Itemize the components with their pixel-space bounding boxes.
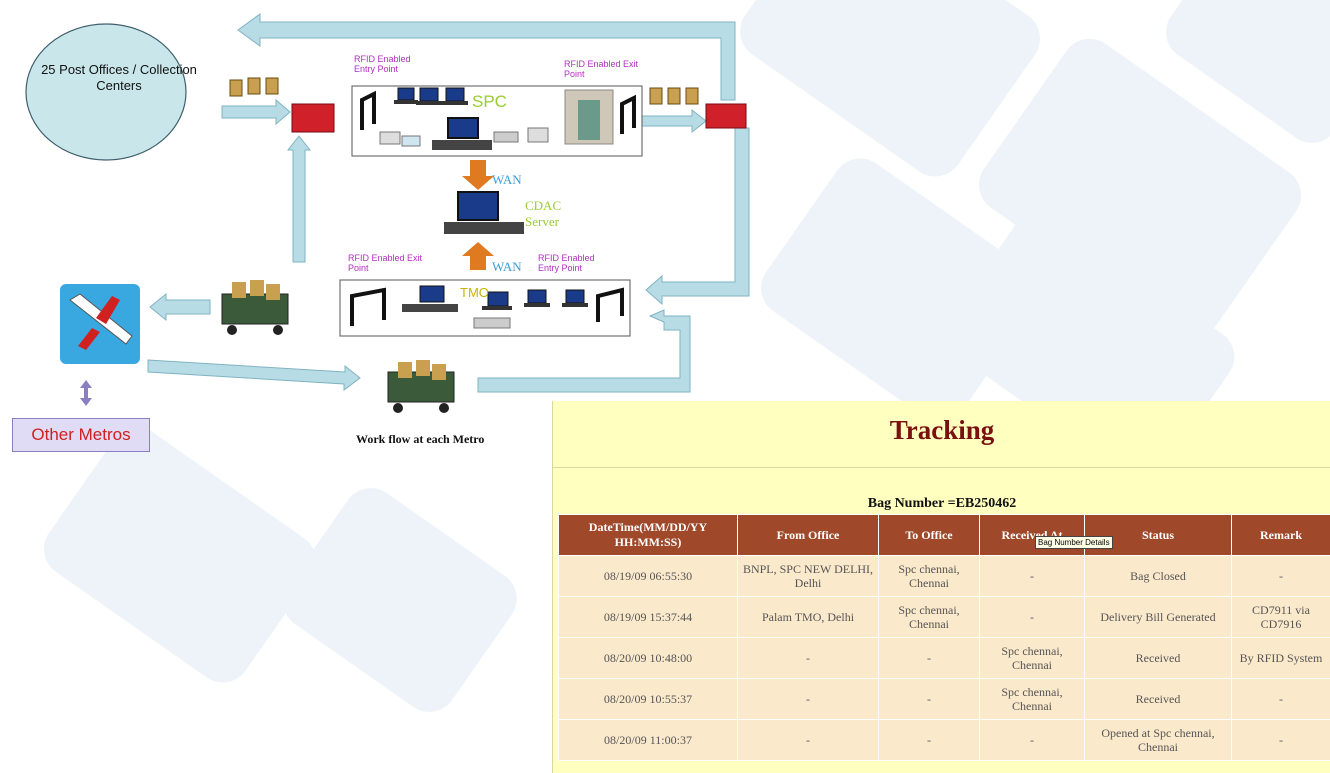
spc-label: SPC — [472, 92, 507, 111]
computer-icon — [442, 87, 468, 105]
column-header-from-office: From Office — [737, 514, 879, 556]
cell-datetime: 08/20/09 10:48:00 — [558, 637, 738, 679]
column-header-datetime: DateTime(MM/DD/YY HH:MM:SS) — [558, 514, 738, 556]
tracking-panel: Tracking Bag Number =EB250462 DateTime(M… — [552, 401, 1330, 773]
cell-received-at: - — [979, 719, 1085, 761]
airplane-icon — [60, 284, 140, 364]
bag-number: Bag Number =EB250462 — [867, 496, 1017, 511]
workflow-caption: Work flow at each Metro — [356, 432, 485, 446]
printer-icon — [379, 131, 401, 145]
tracking-title: Tracking — [889, 415, 995, 445]
table-row: 08/19/09 06:55:30 BNPL, SPC NEW DELHI, D… — [558, 555, 1330, 597]
spc-rfid-exit-label: RFID Enabled Exit Point — [564, 59, 639, 79]
wan-up-arrow — [462, 242, 494, 270]
cell-to-office: Spc chennai, Chennai — [878, 555, 980, 597]
table-row: 08/19/09 15:37:44 Palam TMO, Delhi Spc c… — [558, 596, 1330, 638]
cell-received-at: - — [979, 596, 1085, 638]
cell-to-office: - — [878, 678, 980, 720]
cell-from-office: - — [737, 637, 879, 679]
cell-status: Received — [1084, 678, 1232, 720]
table-row: 08/20/09 10:48:00 - - Spc chennai, Chenn… — [558, 637, 1330, 679]
cell-datetime: 08/19/09 06:55:30 — [558, 555, 738, 597]
wan-down-arrow — [462, 160, 494, 190]
cell-datetime: 08/19/09 15:37:44 — [558, 596, 738, 638]
cell-status: Received — [1084, 637, 1232, 679]
cell-status: Bag Closed — [1084, 555, 1232, 597]
postbox-icon — [705, 103, 747, 129]
cell-from-office: - — [737, 678, 879, 720]
cell-from-office: BNPL, SPC NEW DELHI, Delhi — [737, 555, 879, 597]
computer-icon — [416, 87, 442, 105]
cell-to-office: Spc chennai, Chennai — [878, 596, 980, 638]
mail-bags-icon — [649, 87, 699, 105]
cell-remark: - — [1231, 719, 1330, 761]
post-offices-label: 25 Post Offices / Collection Centers — [41, 62, 197, 93]
router-icon — [493, 131, 519, 143]
cell-from-office: - — [737, 719, 879, 761]
other-metros-box: Other Metros — [12, 418, 150, 452]
cell-remark: CD7911 via CD7916 — [1231, 596, 1330, 638]
spc-exit-arrow — [641, 108, 707, 134]
scanner-icon — [401, 135, 421, 147]
cell-datetime: 08/20/09 10:55:37 — [558, 678, 738, 720]
tmo-label: TMO — [460, 285, 489, 300]
column-header-received-at: Received At — [979, 514, 1085, 556]
cell-to-office: - — [878, 719, 980, 761]
cell-to-office: - — [878, 637, 980, 679]
table-row: 08/20/09 10:55:37 - - Spc chennai, Chenn… — [558, 678, 1330, 720]
router-icon — [473, 317, 511, 329]
bag-number-tooltip: Bag Number Details — [1035, 536, 1113, 549]
column-header-to-office: To Office — [878, 514, 980, 556]
spc-to-tmo-arrow — [645, 127, 750, 306]
cdac-server-label: CDAC Server — [525, 198, 562, 229]
column-header-status: Status — [1084, 514, 1232, 556]
table-row: 08/20/09 11:00:37 - - - Opened at Spc ch… — [558, 719, 1330, 761]
trolley-up-arrow — [286, 135, 312, 263]
computer-icon — [562, 289, 588, 307]
trolley-to-plane-arrow — [149, 292, 211, 322]
cell-from-office: Palam TMO, Delhi — [737, 596, 879, 638]
mail-bags-icon — [229, 77, 279, 97]
cell-received-at: - — [979, 555, 1085, 597]
plane-to-trolley-arrow — [147, 359, 361, 391]
trolley-icon — [387, 360, 455, 413]
cell-datetime: 08/20/09 11:00:37 — [558, 719, 738, 761]
tmo-rfid-exit-label: RFID Enabled Exit Point — [348, 253, 423, 273]
cell-remark: By RFID System — [1231, 637, 1330, 679]
cell-received-at: Spc chennai, Chennai — [979, 678, 1085, 720]
tracking-title-bar: Tracking — [553, 401, 1330, 468]
postbox-icon — [291, 103, 335, 133]
cell-received-at: Spc chennai, Chennai — [979, 637, 1085, 679]
computer-icon — [394, 87, 418, 104]
cell-remark: - — [1231, 678, 1330, 720]
table-header-row: DateTime(MM/DD/YY HH:MM:SS) From Office … — [558, 514, 1330, 556]
wan-label-top: WAN — [492, 172, 522, 187]
column-header-remark: Remark — [1231, 514, 1330, 556]
cell-status: Opened at Spc chennai, Chennai — [1084, 719, 1232, 761]
collection-to-postbox-arrow — [221, 98, 291, 126]
tracking-table: DateTime(MM/DD/YY HH:MM:SS) From Office … — [558, 514, 1330, 761]
spc-rfid-entry-label: RFID Enabled Entry Point — [354, 54, 411, 74]
tmo-rfid-entry-label: RFID Enabled Entry Point — [538, 253, 595, 273]
trolley-icon — [221, 280, 289, 335]
cell-status: Delivery Bill Generated — [1084, 596, 1232, 638]
wan-label-bottom: WAN — [492, 259, 522, 274]
double-arrow-icon — [80, 380, 92, 406]
cell-remark: - — [1231, 555, 1330, 597]
server-icon — [444, 191, 524, 234]
weighing-scale-icon — [527, 127, 549, 143]
computer-icon — [524, 289, 550, 307]
